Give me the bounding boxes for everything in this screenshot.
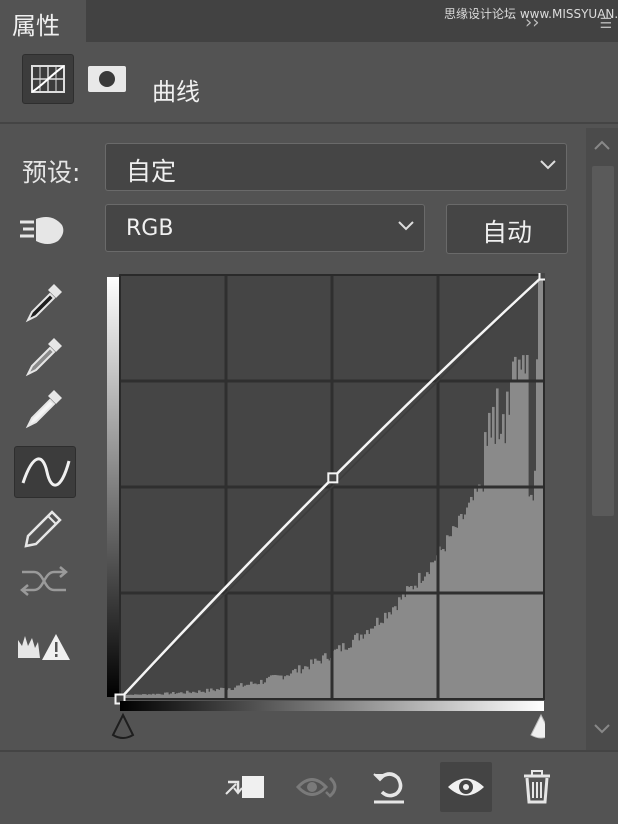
gray-point-eyedropper-icon[interactable] [14, 332, 74, 382]
clipping-warning-icon[interactable] [14, 620, 74, 670]
header-divider [0, 122, 618, 124]
output-gradient-bar [107, 277, 120, 697]
delete-icon[interactable] [512, 762, 562, 812]
auto-button[interactable]: 自动 [446, 204, 568, 254]
clip-to-layer-icon[interactable] [220, 762, 270, 812]
white-point-slider[interactable] [530, 713, 552, 739]
curve-control-point[interactable] [538, 269, 550, 281]
on-image-adjust-icon[interactable] [14, 203, 74, 253]
panel-tab-bar: 属性 ›› 思缘设计论坛 www.MISSYUAN.COM ☰ [0, 0, 618, 42]
panel-menu-icon[interactable]: ☰ [599, 16, 612, 32]
chevron-down-icon [398, 221, 414, 231]
tab-properties[interactable]: 属性 [0, 0, 86, 42]
visibility-eye-icon[interactable] [440, 762, 492, 812]
channel-dropdown[interactable]: RGB [105, 204, 425, 252]
preset-value: 自定 [126, 157, 177, 186]
panel-scrollbar[interactable] [586, 128, 618, 750]
chevron-down-icon [540, 160, 556, 170]
white-point-eyedropper-icon[interactable] [14, 384, 74, 434]
smooth-curve-icon[interactable] [14, 556, 74, 606]
properties-footer [0, 752, 618, 824]
black-point-slider[interactable] [111, 712, 135, 739]
input-gradient-bar [120, 701, 544, 711]
curves-adjustment-icon[interactable] [22, 54, 74, 104]
view-previous-state-icon[interactable] [294, 762, 344, 812]
watermark-text: 思缘设计论坛 www.MISSYUAN.COM [444, 7, 618, 21]
curves-graph[interactable] [105, 269, 552, 741]
auto-button-label: 自动 [481, 218, 532, 247]
black-point-eyedropper-icon[interactable] [14, 278, 74, 328]
scroll-down-icon[interactable] [592, 720, 612, 736]
reset-icon[interactable] [364, 762, 414, 812]
channel-value: RGB [126, 216, 174, 241]
scroll-thumb[interactable] [592, 166, 614, 516]
curve-edit-points-icon[interactable] [14, 446, 76, 498]
panel-title: 曲线 [152, 78, 200, 106]
preset-dropdown[interactable]: 自定 [105, 143, 567, 191]
curve-control-point[interactable] [327, 472, 339, 484]
mask-icon[interactable] [82, 54, 132, 102]
properties-header: 曲线 [0, 42, 618, 122]
scroll-up-icon[interactable] [592, 138, 612, 154]
pencil-draw-icon[interactable] [14, 504, 74, 554]
preset-label: 预设: [22, 158, 81, 187]
tab-properties-label: 属性 [12, 12, 60, 40]
